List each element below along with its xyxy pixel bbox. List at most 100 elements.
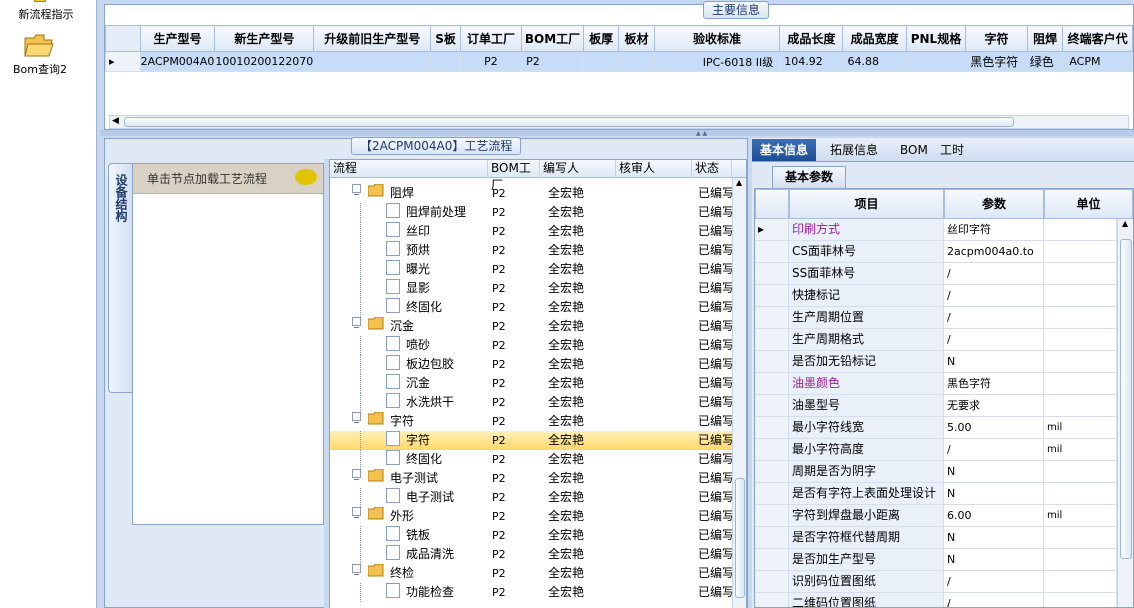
collapse-toggle-icon[interactable]: − [352,507,361,522]
table-cell[interactable]: ACPM [1062,51,1133,72]
column-header[interactable]: 订单工厂 [459,25,523,52]
side-tab-equipment-structure[interactable]: 设备结构 [108,163,132,393]
column-header[interactable]: PNL规格 [905,25,967,52]
table-cell[interactable]: P2 [521,51,584,72]
table-cell[interactable]: P2 [459,51,523,72]
param-value[interactable]: / [944,593,1044,607]
tree-group-row[interactable]: − 沉金 P2 全宏艳 已编写 [330,316,734,336]
collapse-toggle-icon[interactable]: − [352,469,361,484]
collapse-toggle-icon[interactable]: − [352,564,361,579]
subtab-basic-params[interactable]: 基本参数 [772,166,847,188]
horizontal-scrollbar[interactable]: ◀ [109,115,1129,129]
scrollbar-thumb[interactable] [124,117,1014,127]
param-row[interactable]: 是否加无铅标记 N [755,351,1117,373]
param-row[interactable]: 最小字符高度 / mil [755,439,1117,461]
table-cell[interactable]: 绿色 [1026,51,1064,72]
tree-group-row[interactable]: − 外形 P2 全宏艳 已编写 [330,506,734,526]
column-header[interactable]: 新生产型号 [214,25,315,52]
param-row[interactable]: 是否字符框代替周期 N [755,527,1117,549]
table-cell[interactable]: 黑色字符 [965,51,1028,72]
tree-group-row[interactable]: − 电子测试 P2 全宏艳 已编写 [330,468,734,488]
param-row[interactable]: 是否有字符上表面处理设计 N [755,483,1117,505]
tree-step-row[interactable]: 沉金 P2 全宏艳 已编写 [330,374,734,393]
param-value[interactable]: / [944,285,1044,307]
column-header[interactable]: 阻焊 [1026,25,1064,52]
column-header[interactable]: 升级前旧生产型号 [313,25,432,52]
column-header[interactable]: BOM工厂 [521,25,584,52]
tab-bom[interactable]: BOM [892,139,936,161]
tab-extended-info[interactable]: 拓展信息 [822,139,886,161]
tree-step-row[interactable]: 显影 P2 全宏艳 已编写 [330,279,734,298]
param-row[interactable]: 生产周期格式 / [755,329,1117,351]
tree-step-row[interactable]: 阻焊前处理 P2 全宏艳 已编写 [330,203,734,222]
param-row[interactable]: 生产周期位置 / [755,307,1117,329]
table-cell[interactable]: IPC-6018 II级 [653,51,781,72]
table-cell[interactable]: 2ACPM004A0 [139,51,216,72]
param-value[interactable]: N [944,549,1044,571]
column-header[interactable]: 生产型号 [139,25,216,52]
column-header[interactable]: 板材 [618,25,655,52]
tree-step-row[interactable]: 功能检查 P2 全宏艳 已编写 [330,583,734,602]
table-cell[interactable] [430,51,461,72]
column-header[interactable]: 参数 [944,189,1044,219]
scroll-up-arrow-icon[interactable]: ▲ [736,178,742,187]
nav-item-bom-query[interactable]: Bom查询2 [0,32,98,78]
param-value[interactable]: N [944,483,1044,505]
param-row[interactable]: 周期是否为阴字 N [755,461,1117,483]
param-value[interactable]: N [944,461,1044,483]
param-value[interactable]: / [944,571,1044,593]
param-value[interactable]: 无要求 [944,395,1044,417]
param-value[interactable]: / [944,263,1044,285]
tab-basic-info[interactable]: 基本信息 [752,139,817,161]
column-header[interactable]: 成品宽度 [842,25,907,52]
tree-step-row[interactable]: 曝光 P2 全宏艳 已编写 [330,260,734,279]
param-value[interactable]: / [944,329,1044,351]
param-value[interactable]: 黑色字符 [944,373,1044,395]
table-cell[interactable]: 10010200122070 [214,51,315,72]
column-header[interactable]: S板 [430,25,461,52]
param-row[interactable]: ▸ 印刷方式 丝印字符 [755,219,1117,241]
param-row[interactable]: 油墨型号 无要求 [755,395,1117,417]
tree-step-row[interactable]: 字符 P2 全宏艳 已编写 [330,431,734,450]
tree-step-row[interactable]: 板边包胶 P2 全宏艳 已编写 [330,355,734,374]
tree-group-row[interactable]: − 阻焊 P2 全宏艳 已编写 [330,183,734,203]
tree-step-row[interactable]: 电子测试 P2 全宏艳 已编写 [330,488,734,507]
param-row[interactable]: 油墨颜色 黑色字符 [755,373,1117,395]
table-cell[interactable] [905,51,967,72]
column-header[interactable]: 成品长度 [779,25,844,52]
param-vertical-scrollbar[interactable]: ▲ [1117,219,1133,607]
column-header[interactable]: 项目 [789,189,944,219]
scroll-left-arrow-icon[interactable]: ◀ [112,116,119,126]
tree-vertical-scrollbar[interactable]: ▲ [732,178,746,608]
tree-step-row[interactable]: 丝印 P2 全宏艳 已编写 [330,222,734,241]
tree-group-row[interactable]: − 终检 P2 全宏艳 已编写 [330,563,734,583]
collapse-toggle-icon[interactable]: − [352,184,361,199]
param-value[interactable]: N [944,527,1044,549]
param-row[interactable]: 最小字符线宽 5.00 mil [755,417,1117,439]
table-cell[interactable] [582,51,620,72]
tab-work-hours[interactable]: 工时 [932,139,972,161]
table-cell[interactable] [618,51,655,72]
tree-step-row[interactable]: 喷砂 P2 全宏艳 已编写 [330,336,734,355]
table-cell[interactable]: 64.88 [842,51,907,72]
param-row[interactable]: 字符到焊盘最小距离 6.00 mil [755,505,1117,527]
scrollbar-thumb[interactable] [1120,239,1132,559]
table-cell[interactable] [313,51,432,72]
column-header[interactable]: 单位 [1044,189,1133,219]
table-row[interactable]: ▸ 2ACPM004A0 10010200122070 P2 P2 IPC-60… [105,51,1133,72]
param-row[interactable]: 识别码位置图纸 / [755,571,1117,593]
param-value[interactable]: / [944,307,1044,329]
table-cell[interactable]: 104.92 [779,51,844,72]
tree-step-row[interactable]: 预烘 P2 全宏艳 已编写 [330,241,734,260]
scrollbar-thumb[interactable] [735,478,745,598]
param-value[interactable]: 5.00 [944,417,1044,439]
param-row[interactable]: CS面菲林号 2acpm004a0.to [755,241,1117,263]
tree-step-row[interactable]: 终固化 P2 全宏艳 已编写 [330,298,734,317]
horizontal-splitter[interactable]: ▲ ▲ [100,130,1134,137]
param-row[interactable]: 是否加生产型号 N [755,549,1117,571]
column-header[interactable]: 字符 [965,25,1028,52]
param-row[interactable]: SS面菲林号 / [755,263,1117,285]
param-value[interactable]: 2acpm004a0.to [944,241,1044,263]
tree-step-row[interactable]: 终固化 P2 全宏艳 已编写 [330,450,734,469]
tree-group-row[interactable]: − 字符 P2 全宏艳 已编写 [330,411,734,431]
